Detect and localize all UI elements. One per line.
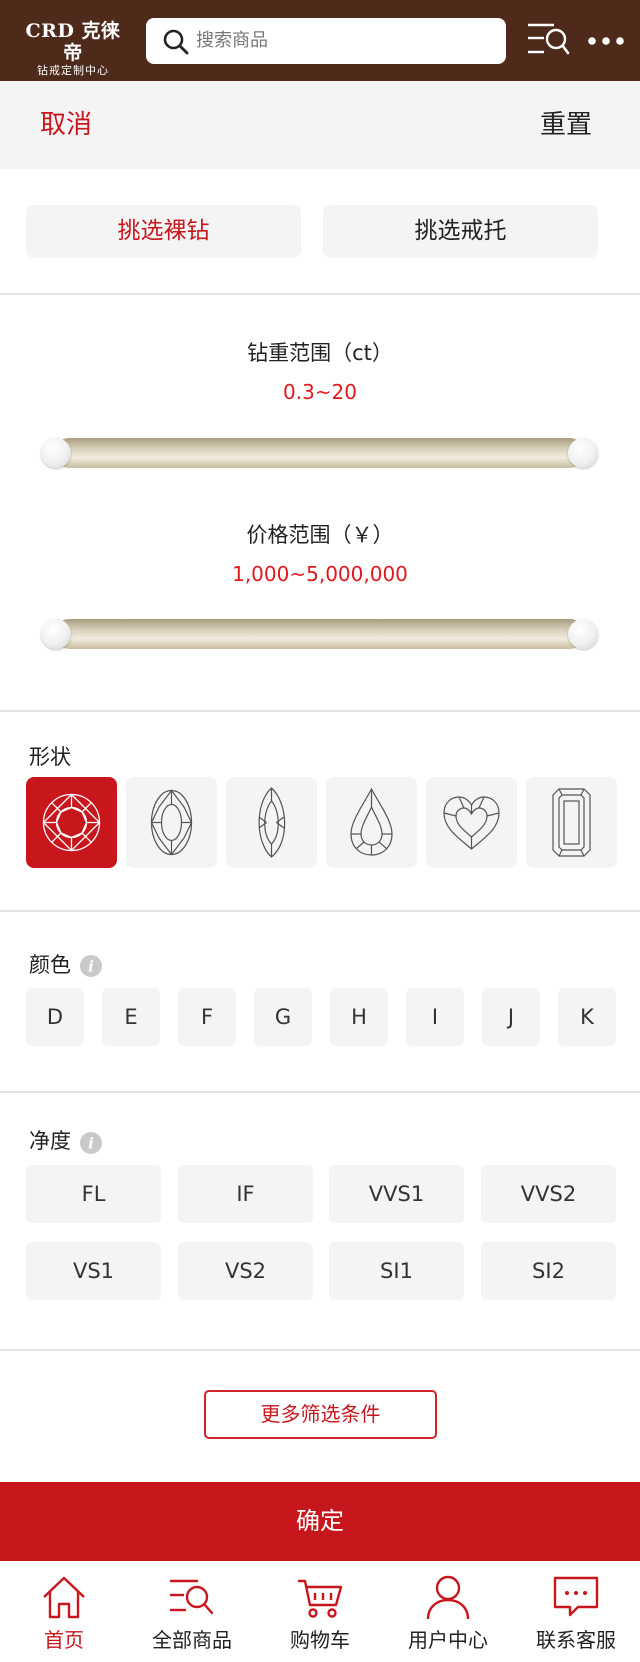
color-option-e[interactable]: E	[102, 988, 160, 1046]
search-box[interactable]: 搜索商品	[146, 18, 506, 64]
clarity-option-vvs2[interactable]: VVS2	[481, 1165, 616, 1223]
round-diamond-icon	[42, 793, 101, 852]
divider	[0, 293, 640, 295]
clarity-option-vvs1[interactable]: VVS1	[329, 1165, 464, 1223]
nav-label-all-products: 全部商品	[152, 1628, 232, 1652]
price-range-slider[interactable]	[41, 619, 598, 649]
shape-emerald-option[interactable]	[526, 777, 617, 868]
shape-pear-option[interactable]	[326, 777, 417, 868]
confirm-button[interactable]: 确定	[0, 1482, 640, 1561]
color-option-g[interactable]: G	[254, 988, 312, 1046]
color-option-k[interactable]: K	[558, 988, 616, 1046]
pick-mount-button[interactable]: 挑选戒托	[323, 205, 598, 258]
nav-item-all-products[interactable]: 全部商品	[128, 1561, 256, 1662]
divider	[0, 710, 640, 712]
carat-range-title: 钻重范围（ct）	[247, 341, 393, 365]
brand-logo[interactable]: CRD 克徕帝 钻戒定制中心	[18, 20, 128, 78]
nav-label-customer-service: 联系客服	[536, 1628, 616, 1652]
pear-diamond-icon	[350, 787, 393, 856]
nav-label-home: 首页	[44, 1628, 84, 1652]
price-range-value: 1,000~5,000,000	[232, 562, 408, 586]
app-header: CRD 克徕帝 钻戒定制中心 搜索商品	[0, 0, 640, 81]
clarity-option-vs2[interactable]: VS2	[178, 1242, 313, 1300]
more-filters-button[interactable]: 更多筛选条件	[204, 1390, 437, 1439]
chat-icon	[553, 1576, 599, 1617]
shape-label: 形状	[29, 745, 71, 769]
color-option-i[interactable]: I	[406, 988, 464, 1046]
shape-round-option[interactable]	[26, 777, 117, 868]
nav-label-cart: 购物车	[290, 1628, 350, 1652]
color-option-f[interactable]: F	[178, 988, 236, 1046]
divider	[0, 1091, 640, 1093]
nav-item-cart[interactable]: 购物车	[256, 1561, 384, 1662]
nav-item-home[interactable]: 首页	[0, 1561, 128, 1662]
price-range-title: 价格范围（￥）	[246, 523, 394, 547]
color-option-j[interactable]: J	[482, 988, 540, 1046]
home-icon	[43, 1576, 85, 1619]
user-icon	[426, 1575, 470, 1620]
slider-min-handle[interactable]	[41, 438, 71, 468]
shape-marquise-option[interactable]	[226, 777, 317, 868]
nav-item-user-center[interactable]: 用户中心	[384, 1561, 512, 1662]
nav-label-user-center: 用户中心	[408, 1628, 488, 1652]
color-option-d[interactable]: D	[26, 988, 84, 1046]
divider	[0, 910, 640, 912]
emerald-diamond-icon	[552, 788, 591, 857]
bottom-nav: 首页 全部商品 购物车 用户中心 联系客服	[0, 1561, 640, 1662]
clarity-option-fl[interactable]: FL	[26, 1165, 161, 1223]
carat-range-slider[interactable]	[41, 438, 598, 468]
all-products-icon	[170, 1579, 214, 1615]
slider-track	[55, 438, 584, 468]
slider-track	[55, 619, 584, 649]
oval-diamond-icon	[150, 789, 193, 856]
reset-button[interactable]: 重置	[540, 107, 592, 143]
filter-action-bar: 取消 重置	[0, 81, 640, 169]
clarity-info-icon[interactable]: i	[79, 1131, 103, 1155]
carat-range-value: 0.3~20	[282, 380, 357, 404]
clarity-option-si2[interactable]: SI2	[481, 1242, 616, 1300]
slider-max-handle[interactable]	[568, 438, 598, 468]
cancel-button[interactable]: 取消	[40, 107, 92, 143]
svg-text:i: i	[88, 958, 94, 976]
divider	[0, 1349, 640, 1351]
search-input[interactable]: 搜索商品	[196, 29, 268, 53]
clarity-option-vs1[interactable]: VS1	[26, 1242, 161, 1300]
nav-item-customer-service[interactable]: 联系客服	[512, 1561, 640, 1662]
clarity-option-if[interactable]: IF	[178, 1165, 313, 1223]
cart-icon	[298, 1579, 343, 1618]
slider-max-handle[interactable]	[568, 619, 598, 649]
color-info-icon[interactable]: i	[79, 954, 103, 978]
shape-heart-option[interactable]	[426, 777, 517, 868]
color-option-h[interactable]: H	[330, 988, 388, 1046]
search-icon	[163, 29, 189, 55]
svg-text:i: i	[88, 1135, 94, 1153]
marquise-diamond-icon	[258, 787, 286, 858]
pick-diamond-button[interactable]: 挑选裸钻	[26, 205, 301, 258]
clarity-label: 净度	[29, 1129, 71, 1153]
slider-min-handle[interactable]	[41, 619, 71, 649]
filter-list-icon[interactable]	[526, 20, 570, 60]
heart-diamond-icon	[443, 796, 500, 850]
shape-oval-option[interactable]	[126, 777, 217, 868]
more-dots-icon[interactable]	[586, 30, 626, 52]
logo-sub-text: 钻戒定制中心	[37, 64, 109, 77]
clarity-option-si1[interactable]: SI1	[329, 1242, 464, 1300]
color-label: 颜色	[29, 953, 71, 977]
logo-main-text: CRD 克徕帝	[25, 20, 121, 64]
